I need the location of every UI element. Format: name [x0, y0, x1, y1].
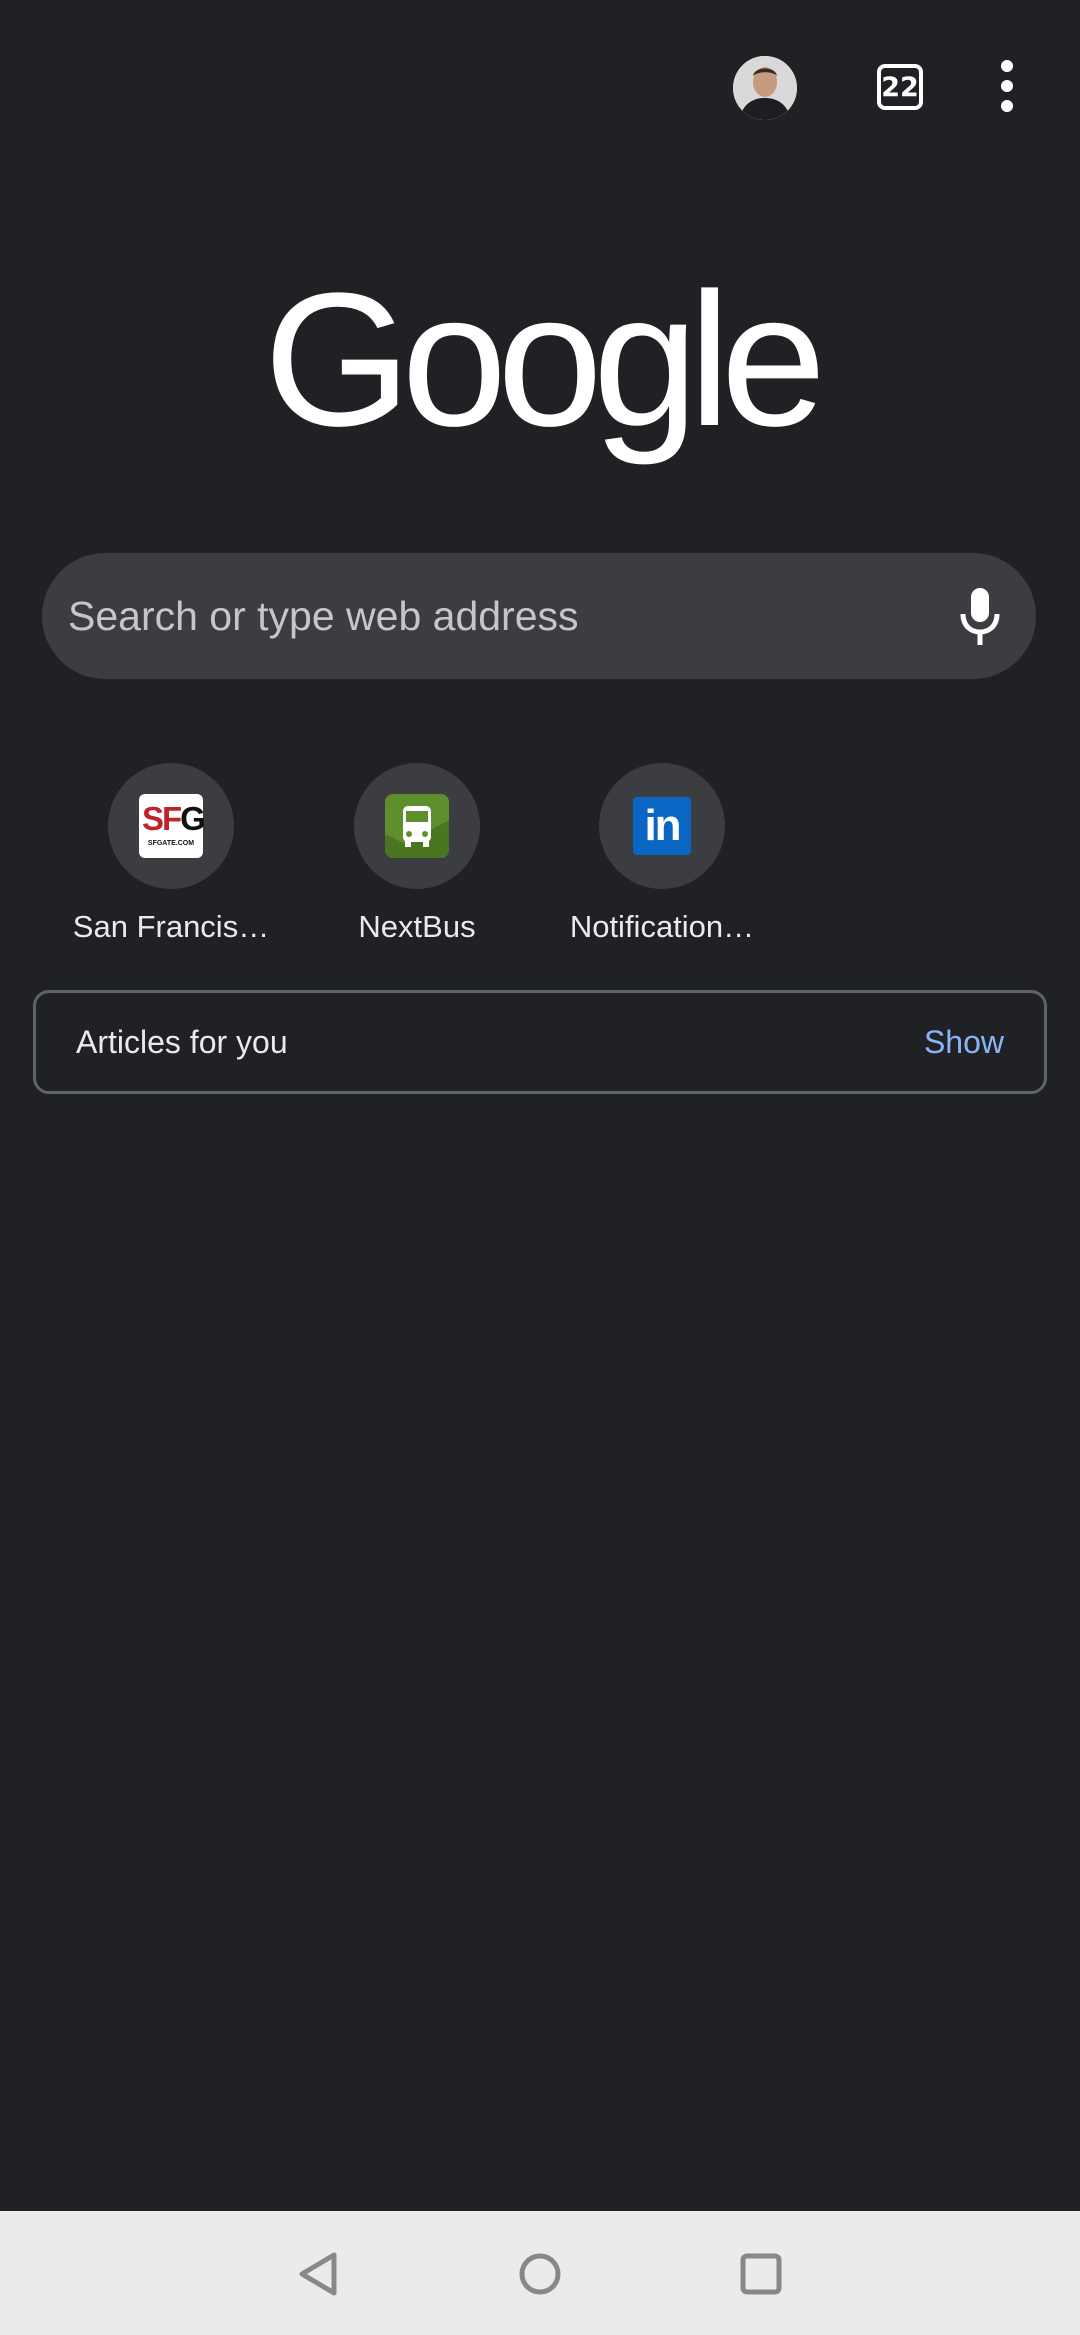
person-icon [733, 56, 797, 120]
show-articles-button[interactable]: Show [924, 993, 1004, 1091]
shortcut-linkedin-notifications[interactable]: in Notification… [542, 763, 782, 945]
shortcut-label: San Francis… [72, 909, 270, 944]
shortcut-sfgate[interactable]: SFG SFGATE.COM San Francis… [51, 763, 291, 945]
overflow-menu-button[interactable] [990, 60, 1024, 116]
linkedin-icon: in [633, 797, 691, 855]
shortcut-nextbus[interactable]: NextBus [297, 763, 537, 945]
microphone-icon[interactable] [958, 586, 1002, 646]
shortcut-label: NextBus [358, 909, 476, 944]
google-logo: Google [263, 254, 827, 466]
more-vert-dot [1001, 80, 1013, 92]
home-icon[interactable] [517, 2251, 563, 2297]
shortcut-label: Notification… [569, 909, 755, 944]
top-toolbar: 22 [0, 0, 1080, 176]
system-navigation-bar [0, 2211, 1080, 2335]
recents-icon[interactable] [738, 2251, 784, 2297]
shortcut-tile: SFG SFGATE.COM [108, 763, 234, 889]
more-vert-dot [1001, 100, 1013, 112]
search-input[interactable]: Search or type web address [68, 553, 579, 679]
tab-count: 22 [881, 71, 919, 103]
omnibox-search-bar[interactable]: Search or type web address [42, 553, 1036, 679]
nextbus-icon [385, 794, 449, 858]
articles-title: Articles for you [76, 1024, 288, 1060]
sfgate-icon: SFG SFGATE.COM [139, 794, 206, 858]
profile-avatar[interactable] [733, 56, 797, 120]
more-vert-dot [1001, 60, 1013, 72]
shortcut-tile [354, 763, 480, 889]
articles-feed-header: Articles for you Show [33, 990, 1047, 1094]
shortcut-tile: in [599, 763, 725, 889]
back-icon[interactable] [296, 2251, 342, 2297]
tab-switcher-button[interactable]: 22 [877, 64, 923, 110]
